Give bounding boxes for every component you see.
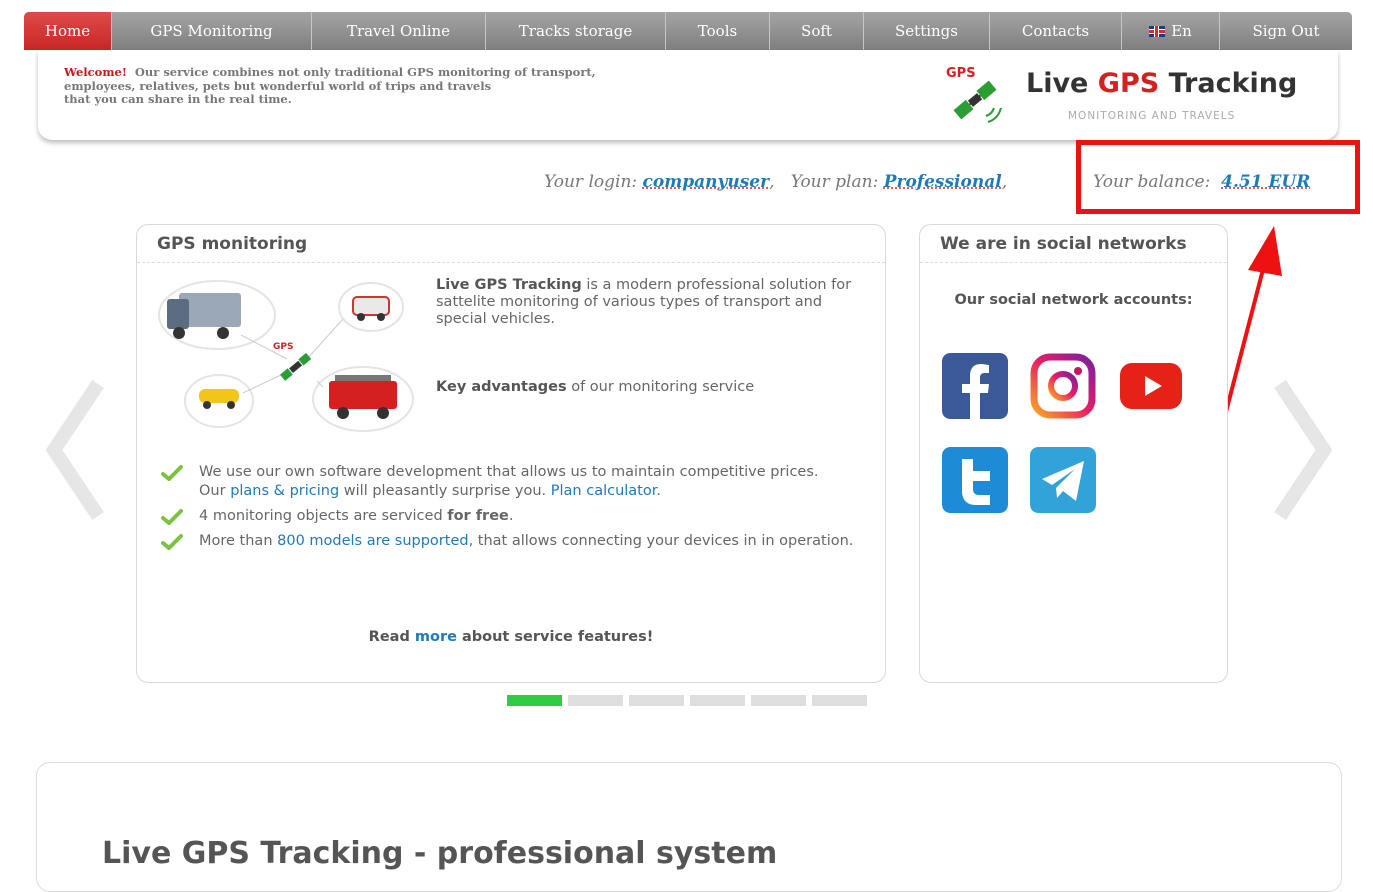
nav-label: Sign Out — [1252, 22, 1320, 40]
logo-subtitle: MONITORING AND TRAVELS — [1068, 110, 1236, 122]
login-label: Your login: — [544, 172, 638, 192]
carousel-dot[interactable] — [568, 695, 623, 706]
welcome-line: employees, relatives, pets but wonderful… — [64, 78, 492, 93]
plan-link[interactable]: Professional — [884, 172, 1002, 192]
vehicles-badge: GPS — [273, 342, 293, 352]
login-link[interactable]: companyuser — [643, 172, 770, 192]
nav-label: Tools — [697, 22, 738, 40]
welcome-text: Welcome! Our service combines not only t… — [64, 65, 744, 107]
nav-gps-monitoring[interactable]: GPS Monitoring — [112, 12, 312, 50]
uk-flag-icon — [1149, 25, 1166, 37]
plan-calculator-link[interactable]: Plan calculator — [551, 483, 657, 499]
read-more-text: about service features! — [456, 629, 654, 645]
nav-settings[interactable]: Settings — [864, 12, 990, 50]
social-subtitle: Our social network accounts: — [954, 292, 1193, 308]
list-item: We use our own software development that… — [161, 463, 861, 501]
feature-text: . — [656, 483, 661, 499]
nav-language[interactable]: En — [1122, 12, 1220, 50]
intro-bold: Live GPS Tracking — [436, 277, 582, 293]
carousel-dot[interactable] — [812, 695, 867, 706]
panel-title: We are in social networks — [920, 225, 1227, 263]
nav-label: Travel Online — [346, 22, 451, 40]
more-link[interactable]: more — [415, 629, 457, 645]
advantages-rest: of our monitoring service — [566, 379, 755, 395]
nav-sign-out[interactable]: Sign Out — [1220, 12, 1352, 50]
panel-title: GPS monitoring — [137, 225, 885, 263]
checkmark-icon — [161, 465, 183, 481]
nav-home[interactable]: Home — [24, 12, 112, 50]
feature-text: . — [508, 508, 514, 524]
carousel-dot[interactable] — [751, 695, 806, 706]
nav-label: Contacts — [1021, 22, 1090, 40]
checkmark-icon — [161, 509, 183, 525]
nav-label: GPS Monitoring — [150, 22, 273, 40]
plan-label: Your plan: — [790, 172, 879, 192]
feature-text: More than — [199, 533, 278, 549]
nav-label: Soft — [801, 22, 832, 40]
section-heading: Live GPS Tracking - professional system — [102, 836, 778, 871]
feature-bold: for free — [447, 508, 509, 524]
read-more-line: Read more about service features! — [137, 629, 885, 645]
site-header: Welcome! Our service combines not only t… — [38, 50, 1338, 140]
list-item: More than 800 models are supported, that… — [161, 532, 861, 551]
logo-live: Live — [1026, 68, 1098, 99]
checkmark-icon — [161, 534, 183, 550]
account-info: Your login: companyuser, Your plan: Prof… — [544, 172, 1008, 192]
nav-tracks-storage[interactable]: Tracks storage — [486, 12, 666, 50]
logo-badge: GPS — [946, 66, 976, 81]
plans-pricing-link[interactable]: plans & pricing — [230, 483, 339, 499]
telegram-icon[interactable] — [1030, 447, 1096, 513]
welcome-line: Our service combines not only traditiona… — [134, 65, 596, 79]
nav-tools[interactable]: Tools — [666, 12, 770, 50]
youtube-icon[interactable] — [1118, 353, 1184, 419]
supported-models-link[interactable]: 800 models are supported — [277, 533, 468, 549]
nav-label: Tracks storage — [518, 22, 633, 40]
feature-text: We use our own software development that… — [199, 464, 819, 480]
top-nav: Home GPS Monitoring Travel Online Tracks… — [24, 12, 1352, 50]
feature-list: We use our own software development that… — [161, 463, 861, 557]
balance-highlight-box — [1076, 140, 1360, 214]
advantages-text: Key advantages of our monitoring service — [436, 379, 754, 395]
nav-label: Settings — [895, 22, 958, 40]
carousel-dot[interactable] — [507, 695, 562, 706]
nav-label: Home — [44, 22, 91, 40]
advantages-bold: Key advantages — [436, 379, 567, 395]
vehicles-illustration-icon: GPS — [158, 280, 414, 432]
feature-text: 4 monitoring objects are serviced — [199, 508, 448, 524]
gps-monitoring-panel: GPS monitoring GPS Live GPS Tracking is … — [136, 224, 886, 683]
feature-text: , that allows connecting your devices in… — [468, 533, 854, 549]
list-item: 4 monitoring objects are serviced for fr… — [161, 507, 861, 526]
logo-tracking: Tracking — [1159, 68, 1298, 99]
nav-travel-online[interactable]: Travel Online — [312, 12, 486, 50]
carousel-indicators — [507, 695, 867, 706]
facebook-icon[interactable] — [942, 353, 1008, 419]
instagram-icon[interactable] — [1030, 353, 1096, 419]
carousel-prev-icon[interactable] — [46, 380, 106, 520]
social-networks-panel: We are in social networks Our social net… — [919, 224, 1228, 683]
welcome-bold: Welcome! — [64, 65, 127, 79]
feature-text: will pleasantly surprise you. — [339, 483, 551, 499]
intro-text: Live GPS Tracking is a modern profession… — [436, 277, 866, 328]
welcome-line: that you can share in the real time. — [64, 92, 292, 106]
nav-contacts[interactable]: Contacts — [990, 12, 1122, 50]
content-panel — [36, 762, 1342, 892]
nav-label: En — [1171, 22, 1192, 40]
twitter-icon[interactable] — [942, 447, 1008, 513]
satellite-logo-icon[interactable]: GPS — [942, 64, 1008, 128]
carousel-next-icon[interactable] — [1272, 380, 1332, 520]
carousel-dot[interactable] — [690, 695, 745, 706]
carousel-dot[interactable] — [629, 695, 684, 706]
logo-title[interactable]: Live GPS Tracking — [1026, 68, 1297, 99]
nav-soft[interactable]: Soft — [770, 12, 864, 50]
logo-gps: GPS — [1097, 68, 1160, 99]
feature-text: Our — [199, 483, 231, 499]
read-more-text: Read — [368, 629, 415, 645]
